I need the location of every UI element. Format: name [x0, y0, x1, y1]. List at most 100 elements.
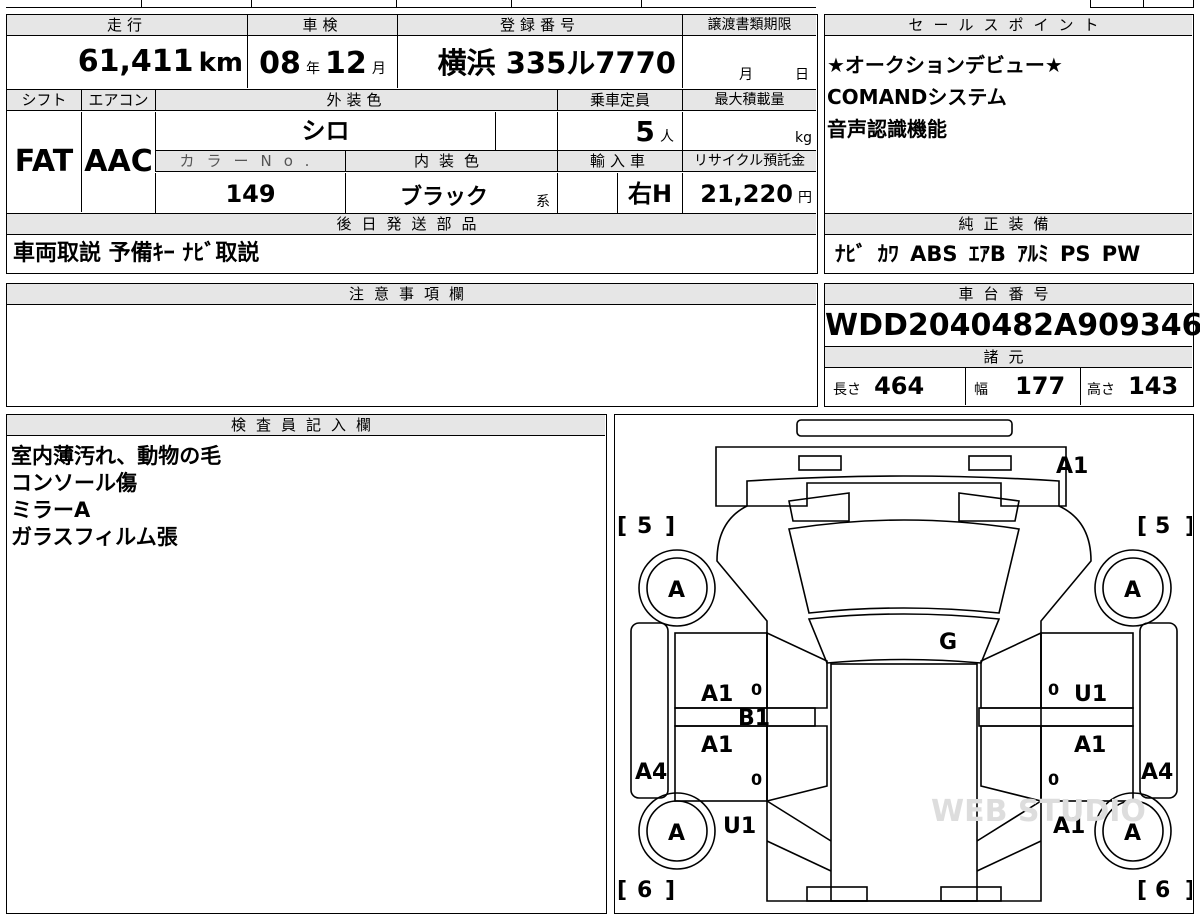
- interior-label: 内装色: [345, 151, 557, 172]
- width-cell: 幅 177: [965, 368, 1080, 405]
- rear-left-tire-grade: 5: [637, 514, 652, 539]
- front-right-tire-grade: 6: [1155, 878, 1170, 903]
- import-label: 輸入車: [557, 151, 682, 172]
- exterior-cell: シロ: [155, 112, 495, 150]
- notes-box: 注意事項欄: [6, 283, 818, 407]
- inspection-month: 12: [325, 46, 367, 81]
- length-label: 長さ: [833, 382, 861, 398]
- shift-cell: FAT: [7, 112, 81, 212]
- chassis-box: 車台番号 WDD2040482A909346 諸元 長さ 464 幅 177 高…: [824, 283, 1200, 407]
- transfer-month: 月: [739, 67, 753, 83]
- transfer-day: 日: [795, 67, 809, 83]
- right-quarter-grade: A4: [1141, 760, 1173, 785]
- color-no-cell: 149: [155, 173, 345, 213]
- recycle-label: リサイクル預託金: [682, 151, 816, 172]
- capacity-unit: 人: [660, 129, 674, 145]
- inspector-label: 検査員記入欄: [7, 415, 605, 436]
- aircon-cell: AAC: [81, 112, 155, 212]
- chassis-number: WDD2040482A909346: [825, 308, 1200, 343]
- later-parts-label: 後日発送部品: [7, 214, 816, 235]
- capacity-cell: 5 人: [557, 112, 682, 150]
- zero-marker: 0: [1048, 770, 1059, 789]
- registration-cell: 横浜 335ル7770: [397, 36, 682, 88]
- chassis-label: 車台番号: [825, 284, 1192, 305]
- right-front-door-grade: A1: [1074, 733, 1106, 758]
- zero-marker: 0: [751, 770, 762, 789]
- zero-marker: 0: [1048, 680, 1059, 699]
- registration-label: 登録番号: [397, 15, 682, 36]
- aircon-label: エアコン: [81, 90, 155, 111]
- right-rear-door-grade: U1: [1074, 682, 1107, 707]
- transfer-label: 譲渡書類期限: [682, 15, 816, 36]
- aircon-value: AAC: [84, 144, 153, 179]
- height-label: 高さ: [1087, 382, 1115, 398]
- recycle-value: 21,220: [700, 180, 793, 208]
- import-value: 右H: [627, 180, 673, 208]
- sales-points-label: セールスポイント: [825, 15, 1192, 36]
- car-diagram-box: [ ] [ ] [ ] [ ] 5 5 6 6 A A A A A1 G A1 …: [614, 414, 1194, 914]
- top-strip: [6, 0, 816, 8]
- interior-suffix: 系: [536, 194, 550, 210]
- left-front-door-grade: A1: [701, 733, 733, 758]
- exterior-extra-cell: [495, 112, 557, 150]
- exterior-label: 外装色: [155, 90, 557, 111]
- vehicle-info-table: 走行 車検 登録番号 譲渡書類期限 61,411 km 08 年 12 月 横浜…: [6, 14, 818, 274]
- inspector-line-2: コンソール傷: [11, 471, 137, 495]
- sales-point-line-2: COMANDシステム: [827, 85, 1007, 109]
- height-value: 143: [1128, 372, 1179, 400]
- inspection-label: 車検: [247, 15, 397, 36]
- svg-text:]: ]: [665, 514, 675, 539]
- width-label: 幅: [974, 382, 988, 398]
- capacity-value: 5: [635, 115, 655, 148]
- car-diagram: [ ] [ ] [ ] [ ] 5 5 6 6 A A A A A1 G A1 …: [617, 419, 1192, 903]
- mileage-value: 61,411: [77, 44, 194, 79]
- equipment-label: 純正装備: [825, 214, 1192, 235]
- maxload-unit: kg: [795, 130, 812, 146]
- zero-marker: 0: [751, 680, 762, 699]
- sales-point-line-3: 音声認識機能: [827, 117, 947, 141]
- svg-text:]: ]: [1185, 514, 1192, 539]
- shift-label: シフト: [7, 90, 81, 111]
- recycle-cell: 21,220 円: [682, 173, 816, 213]
- maxload-cell: kg: [682, 112, 816, 150]
- notes-label: 注意事項欄: [7, 284, 816, 305]
- glass-grade: G: [939, 630, 957, 655]
- mileage-label: 走行: [7, 15, 247, 36]
- interior-value: ブラック: [400, 185, 489, 210]
- maxload-label: 最大積載量: [682, 90, 816, 111]
- later-parts-value: 車両取説 予備ｷｰ ﾅﾋﾞ取説: [13, 241, 260, 266]
- sales-points-box: セールスポイント ★オークションデビュー★ COMANDシステム 音声認識機能 …: [824, 14, 1194, 274]
- front-left-tire-grade: 6: [637, 878, 652, 903]
- sales-point-line-1: ★オークションデビュー★: [827, 53, 1063, 77]
- capacity-label: 乗車定員: [557, 90, 682, 111]
- svg-text:]: ]: [1185, 878, 1192, 903]
- svg-text:[: [: [1137, 514, 1147, 539]
- import-cell: 右H: [617, 173, 682, 213]
- spec-label: 諸元: [825, 346, 1192, 368]
- top-strip-right: [1090, 0, 1194, 8]
- rear-right-tire-grade: 5: [1155, 514, 1170, 539]
- exterior-value: シロ: [301, 117, 350, 145]
- recycle-unit: 円: [798, 190, 812, 206]
- later-parts-cell: 車両取説 予備ｷｰ ﾅﾋﾞ取説: [13, 237, 813, 271]
- inspector-line-1: 室内薄汚れ、動物の毛: [11, 444, 222, 468]
- registration-value: 横浜 335ル7770: [437, 46, 676, 80]
- inspector-box: 検査員記入欄 室内薄汚れ、動物の毛 コンソール傷 ミラーA ガラスフィルム張: [6, 414, 607, 914]
- equipment-value: ﾅﾋﾞ ｶﾜ ABS ｴｱB ｱﾙﾐ PS PW: [835, 242, 1141, 266]
- length-cell: 長さ 464: [825, 368, 965, 405]
- color-no-value: 149: [225, 180, 276, 208]
- inspection-year-unit: 年: [305, 61, 320, 77]
- mileage-cell: 61,411 km: [7, 36, 247, 88]
- svg-text:[: [: [617, 514, 627, 539]
- inspector-line-4: ガラスフィルム張: [11, 525, 178, 549]
- wheel-ul-grade: A: [668, 578, 685, 603]
- inspector-line-3: ミラーA: [11, 498, 91, 522]
- left-quarter-grade: A4: [635, 760, 667, 785]
- shift-value: FAT: [14, 144, 74, 179]
- wheel-ll-grade: A: [668, 821, 685, 846]
- color-no-label: カラーNo.: [155, 151, 345, 172]
- svg-text:]: ]: [665, 878, 675, 903]
- watermark: WEB STUDIO: [931, 794, 1146, 829]
- height-cell: 高さ 143: [1080, 368, 1192, 405]
- length-value: 464: [874, 372, 925, 400]
